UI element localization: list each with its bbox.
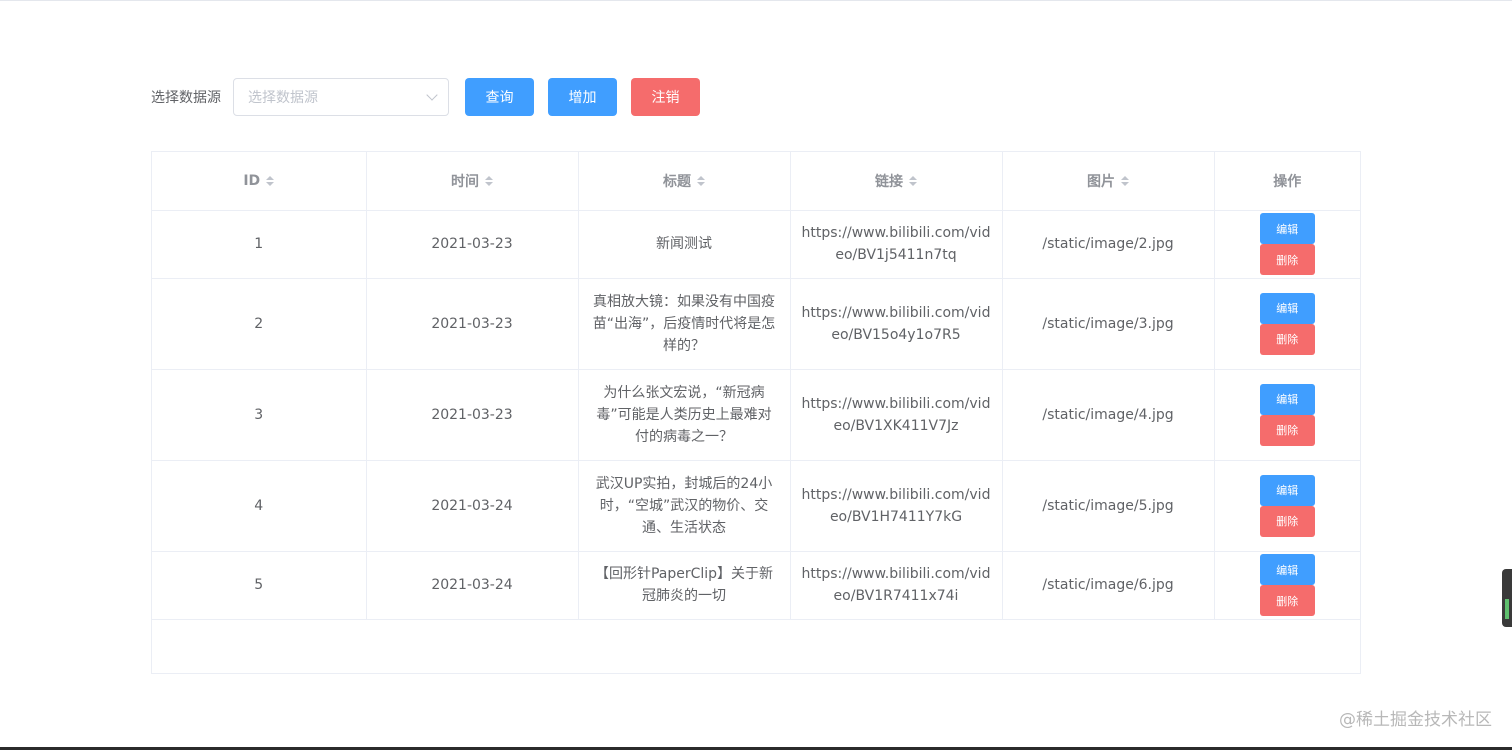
- cell-image: /static/image/5.jpg: [1002, 460, 1215, 552]
- column-header-title-label: 标题: [663, 173, 691, 190]
- column-header-time-label: 时间: [451, 173, 479, 190]
- table-row: 4 2021-03-24 武汉UP实拍，封城后的24小时，“空城”武汉的物价、交…: [152, 460, 1360, 552]
- news-table-grid: ID 时间 标题 链接 图片 操作 1 2021-03-23 新闻测试 http…: [152, 152, 1360, 620]
- add-button[interactable]: 增加: [548, 78, 617, 116]
- edit-button[interactable]: 编辑: [1259, 383, 1315, 415]
- cell-link: https://www.bilibili.com/video/BV1H7411Y…: [790, 460, 1003, 552]
- cell-actions: 编辑删除: [1214, 278, 1360, 370]
- column-header-link-label: 链接: [875, 173, 903, 190]
- cell-time: 2021-03-24: [366, 460, 579, 552]
- column-header-image-label: 图片: [1087, 173, 1115, 190]
- column-header-id-label: ID: [243, 172, 261, 189]
- edit-button[interactable]: 编辑: [1259, 292, 1315, 324]
- edit-button[interactable]: 编辑: [1259, 554, 1315, 585]
- sort-icon[interactable]: [266, 175, 275, 186]
- cell-title: 新闻测试: [578, 210, 791, 279]
- cell-link: https://www.bilibili.com/video/BV1R7411x…: [790, 551, 1003, 620]
- datasource-label: 选择数据源: [151, 90, 221, 106]
- cell-actions: 编辑删除: [1214, 369, 1360, 461]
- column-header-id[interactable]: ID: [152, 152, 367, 211]
- cell-actions: 编辑删除: [1214, 460, 1360, 552]
- table-row: 2 2021-03-23 真相放大镜：如果没有中国疫苗“出海”，后疫情时代将是怎…: [152, 278, 1360, 370]
- cell-title: 武汉UP实拍，封城后的24小时，“空城”武汉的物价、交通、生活状态: [578, 460, 791, 552]
- filter-toolbar: 选择数据源 选择数据源 查询 增加 注销: [151, 77, 714, 117]
- cell-title: 【回形针PaperClip】关于新冠肺炎的一切: [578, 551, 791, 620]
- cell-time: 2021-03-23: [366, 369, 579, 461]
- cell-time: 2021-03-23: [366, 210, 579, 279]
- edit-button[interactable]: 编辑: [1259, 474, 1315, 506]
- column-header-title[interactable]: 标题: [578, 152, 791, 211]
- delete-button[interactable]: 删除: [1259, 585, 1315, 616]
- cell-id: 4: [152, 460, 367, 552]
- cell-title: 为什么张文宏说，“新冠病毒”可能是人类历史上最难对付的病毒之一？: [578, 369, 791, 461]
- news-table: ID 时间 标题 链接 图片 操作 1 2021-03-23 新闻测试 http…: [151, 151, 1361, 674]
- delete-button[interactable]: 删除: [1259, 505, 1315, 537]
- cell-id: 3: [152, 369, 367, 461]
- cell-link: https://www.bilibili.com/video/BV15o4y1o…: [790, 278, 1003, 370]
- cell-id: 5: [152, 551, 367, 620]
- cell-id: 2: [152, 278, 367, 370]
- cell-actions: 编辑删除: [1214, 551, 1360, 620]
- table-header-row: ID 时间 标题 链接 图片 操作: [152, 152, 1360, 211]
- column-header-link[interactable]: 链接: [790, 152, 1003, 211]
- sort-icon[interactable]: [697, 175, 705, 186]
- scroll-widget-indicator: [1505, 599, 1509, 619]
- table-row: 1 2021-03-23 新闻测试 https://www.bilibili.c…: [152, 210, 1360, 279]
- table-row: 5 2021-03-24 【回形针PaperClip】关于新冠肺炎的一切 htt…: [152, 551, 1360, 620]
- sort-icon[interactable]: [485, 175, 493, 186]
- cell-title: 真相放大镜：如果没有中国疫苗“出海”，后疫情时代将是怎样的？: [578, 278, 791, 370]
- delete-button[interactable]: 删除: [1259, 244, 1315, 275]
- cell-link: https://www.bilibili.com/video/BV1XK411V…: [790, 369, 1003, 461]
- scroll-widget[interactable]: [1502, 569, 1512, 627]
- column-header-time[interactable]: 时间: [366, 152, 579, 211]
- cell-image: /static/image/3.jpg: [1002, 278, 1215, 370]
- logout-button[interactable]: 注销: [631, 78, 700, 116]
- datasource-select-placeholder: 选择数据源: [248, 90, 318, 106]
- cell-time: 2021-03-24: [366, 551, 579, 620]
- column-header-image[interactable]: 图片: [1002, 152, 1215, 211]
- table-row: 3 2021-03-23 为什么张文宏说，“新冠病毒”可能是人类历史上最难对付的…: [152, 369, 1360, 461]
- query-button[interactable]: 查询: [465, 78, 534, 116]
- cell-id: 1: [152, 210, 367, 279]
- edit-button[interactable]: 编辑: [1259, 213, 1315, 244]
- delete-button[interactable]: 删除: [1259, 323, 1315, 355]
- cell-link: https://www.bilibili.com/video/BV1j5411n…: [790, 210, 1003, 279]
- cell-image: /static/image/4.jpg: [1002, 369, 1215, 461]
- cell-actions: 编辑删除: [1214, 210, 1360, 279]
- datasource-select[interactable]: 选择数据源: [233, 78, 449, 116]
- sort-icon[interactable]: [909, 175, 917, 186]
- chevron-down-icon: [426, 89, 438, 101]
- sort-icon[interactable]: [1121, 175, 1129, 186]
- cell-image: /static/image/2.jpg: [1002, 210, 1215, 279]
- cell-time: 2021-03-23: [366, 278, 579, 370]
- column-header-action: 操作: [1214, 152, 1360, 211]
- delete-button[interactable]: 删除: [1259, 414, 1315, 446]
- watermark: @稀土掘金技术社区: [1339, 710, 1492, 730]
- cell-image: /static/image/6.jpg: [1002, 551, 1215, 620]
